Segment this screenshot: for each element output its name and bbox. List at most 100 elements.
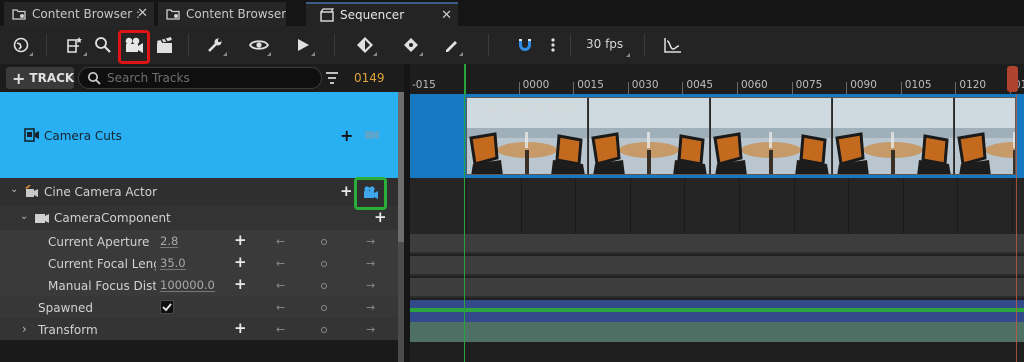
key-icon[interactable] [321,305,327,311]
focus-distance-lane[interactable] [410,278,1024,298]
actor-icon [25,185,38,197]
ruler-tick [682,82,684,94]
search-tracks[interactable] [78,67,322,89]
prev-key-icon[interactable]: ← [276,323,285,336]
next-key-icon[interactable]: → [366,323,375,336]
add-key-button[interactable]: + [234,319,247,337]
focal-length-lane[interactable] [410,256,1024,276]
empty-lane [410,342,1024,362]
filter-icon[interactable] [324,70,340,86]
property-value[interactable]: 35.0 [160,257,186,270]
tools-button[interactable] [202,32,228,58]
ruler-tick [627,82,629,94]
property-label: Manual Focus Distar [48,279,156,293]
prev-key-icon[interactable]: ← [276,301,285,314]
track-camera-component[interactable]: ⌄ CameraComponent + [0,206,404,230]
next-key-icon[interactable]: → [366,257,375,270]
ruler-label: 0090 [850,79,877,91]
prev-key-icon[interactable]: ← [276,279,285,292]
property-label: Current Focal Length [48,257,156,271]
current-frame[interactable]: 0149 [354,71,385,85]
key-icon[interactable] [321,283,327,289]
track-panel-header: + TRACK 0149 [0,64,404,92]
timeline-area[interactable]: Cine Camera Actor [410,94,1024,362]
scrollbar-thumb[interactable] [398,92,404,242]
key-icon[interactable] [321,327,327,333]
tab-label: Sequencer [340,8,405,22]
camera-icon [35,214,49,223]
track-current-aperture[interactable]: Current Aperture 2.8 + ← → [0,230,404,252]
snap-button[interactable] [512,32,538,58]
camera-cut-section[interactable]: Cine Camera Actor [466,97,1016,175]
transform-lane[interactable] [410,322,1024,342]
key-icon[interactable] [321,239,327,245]
add-button[interactable]: + [374,208,387,226]
tab-label: Content Browser [186,7,286,21]
spawned-lane[interactable] [410,300,1024,322]
ruler-tick [900,82,902,94]
edit-button[interactable] [438,32,464,58]
snap-options-button[interactable] [540,32,566,58]
find-button[interactable] [90,32,116,58]
key-button[interactable] [352,32,378,58]
add-track-to-actor-button[interactable]: + [340,182,353,200]
frame-rate-dropdown[interactable]: 30 fps [586,37,623,51]
search-icon [88,72,101,85]
close-icon[interactable]: ✕ [137,6,148,21]
auto-key-button[interactable] [398,32,424,58]
folder-icon [166,9,180,20]
next-key-icon[interactable]: → [366,301,375,314]
world-settings-button[interactable] [8,32,34,58]
track-spawned[interactable]: Spawned ← → [0,296,404,318]
add-key-button[interactable]: + [234,275,247,293]
playback-start-marker[interactable] [464,64,466,94]
track-transform[interactable]: › Transform + ← → [0,318,404,340]
playback-button[interactable] [290,32,316,58]
search-tracks-input[interactable] [107,71,307,85]
eye-icon [249,40,269,50]
grid-line [520,178,522,234]
track-current-focal-length[interactable]: Current Focal Length 35.0 + ← → [0,252,404,274]
camera-icon[interactable] [364,127,380,141]
property-value[interactable]: 100000.0 [160,279,215,292]
tab-sequencer[interactable]: Sequencer ✕ [306,2,458,26]
add-key-button[interactable]: + [234,231,247,249]
ruler-label: -015 [412,79,436,91]
next-key-icon[interactable]: → [366,279,375,292]
track-cine-camera-actor[interactable]: ⌄ Cine Camera Actor + [0,178,404,206]
spawned-bar[interactable] [410,308,1024,312]
add-key-button[interactable]: + [234,253,247,271]
keyframe-icon [357,37,373,53]
curve-editor-button[interactable] [660,32,686,58]
add-track-button[interactable]: + TRACK [6,67,74,89]
prev-key-icon[interactable]: ← [276,257,285,270]
prev-key-icon[interactable]: ← [276,235,285,248]
track-manual-focus-distance[interactable]: Manual Focus Distar 100000.0 + ← → [0,274,404,296]
render-movie-button[interactable] [152,32,178,58]
chevron-down-icon[interactable]: ⌄ [20,211,28,222]
playhead[interactable] [1007,66,1018,92]
aperture-lane[interactable] [410,234,1024,254]
spawned-checkbox[interactable] [160,300,174,314]
property-value[interactable]: 2.8 [160,235,179,248]
add-button[interactable]: + [340,126,353,145]
grid-line [466,178,467,234]
pencil-icon [446,41,457,52]
track-camera-cuts[interactable]: Camera Cuts + [0,92,404,178]
tab-content-browser-2[interactable]: Content Browser [158,2,286,26]
save-button[interactable] [62,32,88,58]
timeline-ruler[interactable]: -015 0000 0015 0030 0045 0060 0075 0090 0105 0120… [410,64,1024,94]
key-icon[interactable] [321,261,327,267]
close-icon[interactable]: ✕ [441,8,452,23]
actor-lane[interactable] [410,178,1024,234]
tab-content-browser-1[interactable]: Content Browser : ✕ [4,2,154,26]
chevron-down-icon[interactable]: ⌄ [10,184,18,195]
camera-thumbnail [589,98,710,174]
ruler-label: 0120 [959,79,987,91]
ruler-tick [518,82,520,94]
tab-label: Content Browser : [32,7,141,21]
clapboard-icon [157,37,172,53]
next-key-icon[interactable]: → [366,235,375,248]
chevron-right-icon[interactable]: › [22,322,27,336]
view-options-button[interactable] [246,32,272,58]
